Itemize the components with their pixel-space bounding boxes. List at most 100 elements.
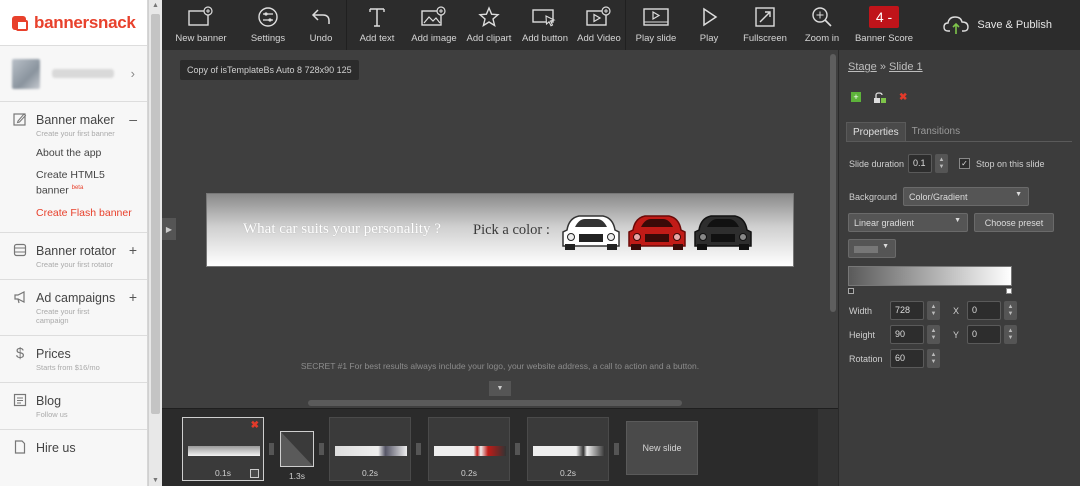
create-html5-link[interactable]: Create HTML5 banner beta [36,169,116,198]
height-input[interactable]: 90 [890,325,924,344]
breadcrumb-slide[interactable]: Slide 1 [889,61,923,73]
menu-prices[interactable]: $ Prices Starts from $16/mo [0,336,147,383]
banner-maker-header[interactable]: Banner maker [12,112,135,128]
banner-score-label: Banner Score [854,33,914,44]
bannersnack-logo-icon [11,14,29,32]
menu-hire-us[interactable]: Hire us [0,430,147,466]
black-car-image[interactable] [693,210,753,252]
slide-thumbnail[interactable]: 0.2s [428,417,510,481]
fullscreen-button[interactable]: Fullscreen [732,0,798,50]
slide-thumbnail[interactable]: ✖ 0.1s [182,417,264,481]
add-video-button[interactable]: Add Video [573,0,625,50]
film-play-icon [643,8,669,26]
star-icon [478,6,500,28]
play-button[interactable]: Play [686,0,732,50]
expand-button[interactable]: + [129,242,137,258]
add-text-label: Add text [359,33,395,44]
duplicate-unlock-icon[interactable] [873,92,887,104]
rotation-stepper[interactable]: ▲ ▼ [927,349,940,368]
main-toolbar: New banner Settings Undo Add text Add im… [162,0,1080,50]
banner-pick-color[interactable]: Pick a color : [473,222,550,239]
zoom-in-button[interactable]: Zoom in [798,0,846,50]
new-banner-label: New banner [175,33,227,44]
add-button-button[interactable]: Add button [517,0,573,50]
menu-banner-rotator[interactable]: Banner rotator + Create your first rotat… [0,233,147,280]
transition-thumbnail[interactable] [280,431,314,467]
x-label: X [953,306,960,316]
scrollbar-thumb[interactable] [151,14,160,414]
brand-logo[interactable]: bannersnack [0,0,147,46]
canvas-vertical-scrollbar[interactable] [830,54,836,312]
breadcrumb-stage[interactable]: Stage [848,61,877,73]
gradient-type-select[interactable]: Linear gradient ▼ [848,213,968,232]
background-select[interactable]: Color/Gradient ▼ [903,187,1029,206]
gradient-stop-right[interactable] [1006,288,1012,294]
chevron-down-icon: ▼ [1015,191,1022,198]
menu-ad-campaigns[interactable]: Ad campaigns + Create your first campaig… [0,280,147,336]
settings-button[interactable]: Settings [240,0,296,50]
choose-preset-button[interactable]: Choose preset [974,213,1054,232]
tab-properties[interactable]: Properties [846,122,906,142]
add-image-button[interactable]: Add image [407,0,461,50]
gradient-stop-left[interactable] [848,288,854,294]
about-app-link[interactable]: About the app [36,147,135,160]
banner-headline[interactable]: What car suits your personality ? [243,221,441,238]
new-banner-button[interactable]: New banner [162,0,240,50]
delete-slide-icon[interactable]: ✖ [251,420,259,431]
y-input[interactable]: 0 [967,325,1001,344]
breadcrumb-separator: » [879,61,886,73]
banner-maker-subtitle: Create your first banner [36,129,115,138]
menu-blog[interactable]: Blog Follow us [0,383,147,430]
tab-transitions[interactable]: Transitions [906,122,967,142]
avatar [12,58,40,89]
white-car-image[interactable] [561,210,621,252]
collapse-button[interactable]: – [129,111,137,127]
slide-thumbnail[interactable]: 0.2s [329,417,411,481]
width-stepper[interactable]: ▲ ▼ [927,301,940,320]
undo-label: Undo [309,33,333,44]
slide-preview [434,446,506,456]
stop-on-slide-checkbox[interactable]: ✓ [959,158,970,169]
scroll-down-icon[interactable]: ▼ [152,477,159,484]
height-stepper[interactable]: ▲ ▼ [927,325,940,344]
expand-down-icon[interactable]: ▼ [489,381,511,396]
add-text-button[interactable]: Add text [347,0,407,50]
add-clipart-button[interactable]: Add clipart [461,0,517,50]
undo-button[interactable]: Undo [296,0,346,50]
panel-tabs: Properties Transitions [846,122,966,142]
save-publish-button[interactable]: Save & Publish [943,0,1080,50]
save-publish-label: Save & Publish [977,19,1052,31]
play-icon [703,7,718,27]
expand-left-icon[interactable]: ▶ [162,218,176,240]
tab-divider [846,141,1072,142]
slide-thumbnail[interactable]: 0.2s [527,417,609,481]
blog-subtitle: Follow us [36,409,68,419]
gradient-color-select[interactable]: ▼ [848,239,896,258]
width-input[interactable]: 728 [890,301,924,320]
banner-score-button[interactable]: 4 - Banner Score [846,0,922,50]
blog-title: Blog [36,393,62,408]
create-flash-link[interactable]: Create Flash banner [36,207,135,220]
expand-button[interactable]: + [129,289,137,305]
new-slide-button[interactable]: New slide [626,421,698,475]
delete-icon[interactable]: ✖ [899,92,907,104]
megaphone-icon [12,290,28,306]
user-account[interactable]: › [0,46,147,102]
scroll-up-icon[interactable]: ▲ [152,2,159,9]
slide-duration-input[interactable]: 0.1 [908,154,932,173]
slide-duration-stepper[interactable]: ▲ ▼ [935,154,948,173]
chevron-right-icon[interactable]: › [131,66,135,81]
canvas-horizontal-scrollbar[interactable] [308,400,682,406]
editor-canvas[interactable]: Copy of isTemplateBs Auto 8 728x90 125 ▶… [162,50,838,408]
y-stepper[interactable]: ▲ ▼ [1004,325,1017,344]
add-icon[interactable]: + [851,92,861,102]
text-icon [369,8,385,27]
sidebar-scrollbar[interactable]: ▲ ▼ [148,0,162,486]
gradient-bar[interactable] [848,266,1012,286]
banner-preview[interactable]: What car suits your personality ? Pick a… [206,193,794,267]
rotation-input[interactable]: 60 [890,349,924,368]
x-input[interactable]: 0 [967,301,1001,320]
red-car-image[interactable] [627,210,687,252]
play-slide-button[interactable]: Play slide [626,0,686,50]
x-stepper[interactable]: ▲ ▼ [1004,301,1017,320]
